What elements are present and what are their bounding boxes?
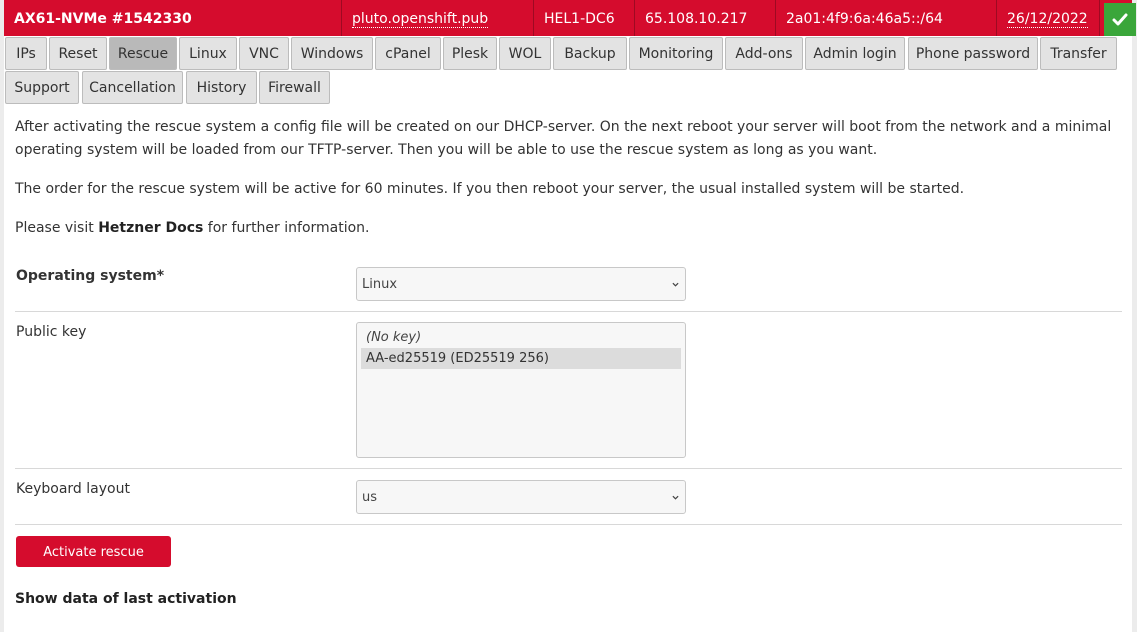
- hetzner-docs-link[interactable]: Hetzner Docs: [98, 220, 203, 236]
- ipv4-address: 65.108.10.217: [635, 0, 776, 36]
- public-key-label: Public key: [16, 324, 87, 340]
- operating-system-select[interactable]: Linux: [356, 267, 686, 301]
- form-divider: [15, 468, 1122, 469]
- date-cell: 26/12/2022: [997, 0, 1100, 36]
- tab-support[interactable]: Support: [5, 71, 79, 104]
- public-key-listbox[interactable]: (No key) AA-ed25519 (ED25519 256): [356, 322, 686, 458]
- operating-system-value: Linux: [362, 277, 398, 292]
- chevron-down-icon: [672, 495, 679, 500]
- status-ok-badge: [1104, 3, 1136, 36]
- tab-bar-row-1: IPs Reset Rescue Linux VNC Windows cPane…: [4, 37, 1132, 70]
- tab-firewall[interactable]: Firewall: [259, 71, 330, 104]
- docs-hint-text: Please visit Hetzner Docs for further in…: [15, 217, 1120, 240]
- show-last-activation-link[interactable]: Show data of last activation: [15, 591, 237, 607]
- server-name: AX61-NVMe #1542330: [4, 0, 342, 36]
- tab-bar-row-2: Support Cancellation History Firewall: [4, 71, 404, 104]
- tab-vnc[interactable]: VNC: [239, 37, 289, 70]
- tab-wol[interactable]: WOL: [499, 37, 551, 70]
- tab-monitoring[interactable]: Monitoring: [629, 37, 723, 70]
- form-divider: [15, 524, 1122, 525]
- tab-cpanel[interactable]: cPanel: [375, 37, 441, 70]
- tab-ips[interactable]: IPs: [5, 37, 47, 70]
- tab-history[interactable]: History: [186, 71, 257, 104]
- tab-add-ons[interactable]: Add-ons: [725, 37, 803, 70]
- keyboard-layout-value: us: [362, 490, 378, 505]
- tab-admin-login[interactable]: Admin login: [805, 37, 905, 70]
- tab-linux[interactable]: Linux: [179, 37, 237, 70]
- hostname-link[interactable]: pluto.openshift.pub: [352, 11, 489, 28]
- tab-windows[interactable]: Windows: [291, 37, 373, 70]
- docs-hint-prefix: Please visit: [15, 220, 99, 236]
- ipv6-subnet: 2a01:4f9:6a:46a5::/64: [776, 0, 997, 36]
- keyboard-layout-select[interactable]: us: [356, 480, 686, 514]
- rescue-duration-text: The order for the rescue system will be …: [15, 181, 965, 197]
- public-key-option-selected[interactable]: AA-ed25519 (ED25519 256): [361, 348, 681, 369]
- docs-hint-suffix: for further information.: [203, 220, 370, 236]
- tab-plesk[interactable]: Plesk: [443, 37, 497, 70]
- datacenter: HEL1-DC6: [534, 0, 635, 36]
- tab-cancellation[interactable]: Cancellation: [82, 71, 183, 104]
- rescue-intro-text: After activating the rescue system a con…: [15, 119, 1112, 158]
- hostname-cell: pluto.openshift.pub: [342, 0, 534, 36]
- activate-rescue-button[interactable]: Activate rescue system: [16, 536, 171, 591]
- chevron-down-icon: [672, 282, 679, 287]
- tab-reset[interactable]: Reset: [49, 37, 107, 70]
- tab-backup[interactable]: Backup: [553, 37, 627, 70]
- tab-phone-password[interactable]: Phone password: [908, 37, 1038, 70]
- tab-rescue[interactable]: Rescue: [109, 37, 177, 70]
- server-date: 26/12/2022: [1007, 11, 1088, 28]
- tab-transfer[interactable]: Transfer: [1040, 37, 1117, 70]
- keyboard-layout-label: Keyboard layout: [16, 481, 130, 497]
- check-icon: [1112, 13, 1128, 25]
- public-key-option-none[interactable]: (No key): [361, 327, 681, 348]
- main-panel: AX61-NVMe #1542330 pluto.openshift.pub H…: [4, 0, 1136, 632]
- form-divider: [15, 311, 1122, 312]
- server-header: AX61-NVMe #1542330 pluto.openshift.pub H…: [4, 0, 1136, 36]
- operating-system-label: Operating system*: [16, 268, 165, 284]
